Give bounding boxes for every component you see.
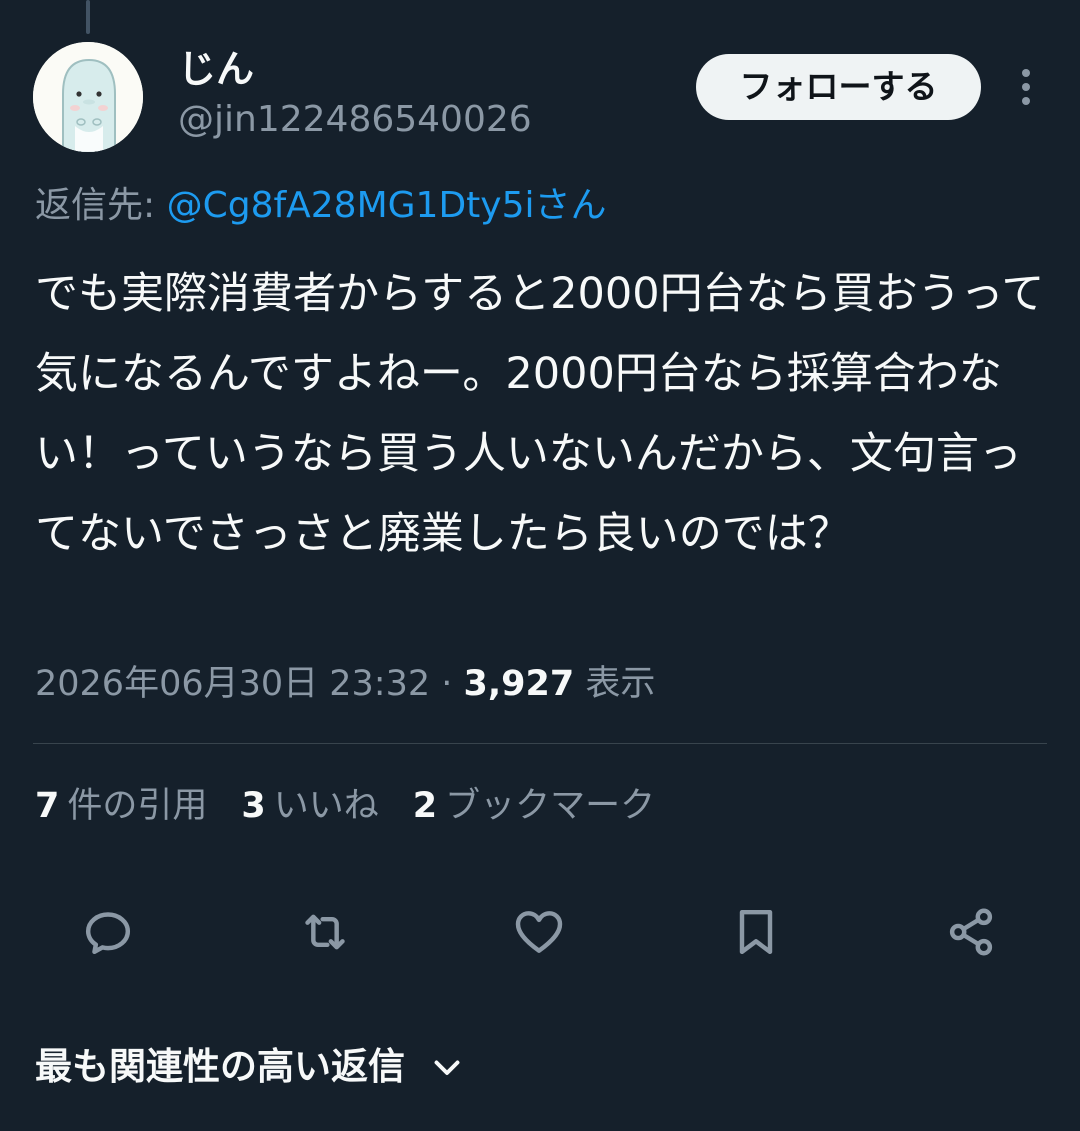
- reply-to-mention[interactable]: @Cg8fA28MG1Dty5iさん: [167, 185, 607, 226]
- reply-to-line: 返信先: @Cg8fA28MG1Dty5iさん: [35, 180, 607, 232]
- follow-button[interactable]: フォローする: [696, 54, 981, 120]
- bookmark-button[interactable]: [726, 902, 786, 962]
- reply-sort-label: 最も関連性の高い返信: [35, 1045, 405, 1088]
- more-options-button[interactable]: [1006, 62, 1046, 112]
- divider: [33, 743, 1047, 744]
- reply-button[interactable]: [78, 902, 138, 962]
- quotes-count: 7: [35, 786, 60, 826]
- like-button[interactable]: [509, 902, 569, 962]
- views-label: 表示: [574, 664, 656, 704]
- likes-label: いいね: [273, 786, 379, 826]
- quotes-stat[interactable]: 7 件の引用: [35, 780, 207, 832]
- bookmark-icon: [739, 909, 773, 955]
- meta-separator: ·: [430, 664, 464, 704]
- timestamp[interactable]: 2026年06月30日 23:32: [35, 664, 430, 704]
- views-count: 3,927: [463, 664, 575, 704]
- more-vertical-icon: [1022, 69, 1030, 105]
- likes-stat[interactable]: 3 いいね: [241, 780, 378, 832]
- likes-count: 3: [241, 786, 266, 826]
- heart-icon: [515, 911, 563, 953]
- share-icon: [949, 908, 993, 956]
- action-bar: [0, 902, 1080, 962]
- author-display-name[interactable]: じん: [178, 44, 254, 94]
- engagement-stats: 7 件の引用 3 いいね 2 ブックマーク: [35, 780, 655, 832]
- bookmarks-label: ブックマーク: [445, 786, 656, 826]
- reply-icon: [85, 912, 131, 955]
- thread-connector-line: [86, 0, 90, 34]
- reply-to-prefix: 返信先:: [35, 185, 167, 226]
- tweet-text: でも実際消費者からすると2000円台なら買おうって気になるんですよねー。2000…: [35, 269, 1045, 559]
- share-button[interactable]: [941, 902, 1001, 962]
- reply-sort-dropdown[interactable]: 最も関連性の高い返信: [35, 1040, 465, 1094]
- author-handle[interactable]: @jin122486540026: [178, 96, 532, 144]
- tweet-meta: 2026年06月30日 23:32 · 3,927 表示: [35, 658, 655, 710]
- chevron-down-icon: [434, 1060, 460, 1075]
- avatar[interactable]: [33, 42, 143, 152]
- quotes-label: 件の引用: [67, 786, 208, 826]
- bookmarks-count: 2: [412, 786, 438, 826]
- character-avatar-icon: [33, 42, 143, 152]
- retweet-icon: [305, 914, 345, 950]
- retweet-button[interactable]: [295, 902, 355, 962]
- bookmarks-stat[interactable]: 2 ブックマーク: [413, 780, 655, 832]
